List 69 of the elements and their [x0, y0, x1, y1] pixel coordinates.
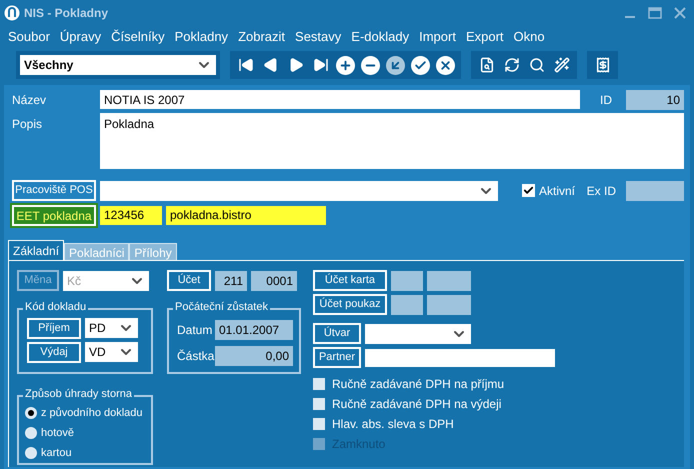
checkbox-label: Aktivní: [539, 182, 576, 200]
document-code-select[interactable]: PD: [85, 318, 138, 338]
radio-label: kartou: [41, 446, 72, 461]
document-type-button[interactable]: Příjem: [27, 318, 81, 339]
radio-button[interactable]: [25, 407, 37, 419]
menu-item[interactable]: Import: [419, 27, 456, 47]
select-value: PD: [89, 320, 106, 337]
radio-label: hotově: [41, 426, 74, 441]
account-field: [427, 270, 471, 290]
field-label: Datum: [177, 322, 211, 339]
description-field[interactable]: Pokladna: [100, 113, 684, 169]
menu-item[interactable]: Zobrazit: [238, 27, 286, 47]
field-label: Popis: [12, 116, 44, 133]
menu-item[interactable]: Číselníky: [111, 27, 165, 47]
checkbox-label: Ručně zadávané DPH na příjmu: [332, 376, 504, 393]
menu-item[interactable]: Úpravy: [60, 27, 102, 47]
partner-field[interactable]: [365, 348, 555, 366]
account-field: [391, 270, 423, 290]
active-checkbox[interactable]: [522, 184, 535, 197]
account-field: [427, 294, 471, 314]
maximize-icon[interactable]: [648, 7, 662, 19]
amount-field: 0,00: [215, 346, 293, 366]
date-field: 01.01.2007: [215, 320, 293, 340]
account-field: [391, 294, 423, 314]
tab[interactable]: Základní: [8, 240, 64, 260]
account-button[interactable]: Účet poukaz: [313, 294, 387, 315]
checkbox[interactable]: [313, 418, 325, 430]
select-value: Všechny: [24, 57, 74, 74]
account-button[interactable]: Účet karta: [313, 270, 387, 291]
radio-button[interactable]: [25, 447, 37, 459]
group-title: Způsob úhrady storna: [23, 389, 134, 400]
radio-button[interactable]: [25, 427, 37, 439]
account-field: 0001: [251, 270, 297, 290]
menu-item[interactable]: Sestavy: [295, 27, 342, 47]
name-field[interactable]: NOTIA IS 2007: [100, 90, 580, 109]
document-code-select[interactable]: VD: [85, 342, 138, 362]
workplace-select[interactable]: [100, 180, 498, 200]
eet-field[interactable]: 123456: [100, 206, 162, 224]
menu-item[interactable]: E-doklady: [351, 27, 410, 47]
document-type-button[interactable]: Výdaj: [27, 342, 81, 363]
checkbox[interactable]: [313, 398, 325, 410]
select-value: Kč: [67, 272, 82, 290]
field-label: Ex ID: [586, 182, 616, 200]
checkbox-label: Ručně zadávané DPH na výdeji: [332, 396, 502, 413]
menu-item[interactable]: Export: [466, 27, 504, 47]
select-value: VD: [89, 344, 106, 361]
radio-label: z původního dokladu: [41, 406, 143, 421]
account-button[interactable]: Účet: [167, 270, 211, 291]
field-label: Název: [12, 92, 48, 108]
window-title: NIS - Pokladny: [24, 5, 108, 22]
eet-field[interactable]: pokladna.bistro: [166, 206, 326, 224]
checkbox[interactable]: [313, 378, 325, 390]
menu-item[interactable]: Pokladny: [174, 27, 228, 47]
department-select[interactable]: [365, 324, 471, 344]
checkbox-label: Hlav. abs. sleva s DPH: [332, 416, 454, 433]
id-field: 10: [626, 90, 684, 110]
ex-id-field: [626, 180, 684, 200]
eet-button[interactable]: EET pokladna: [12, 204, 96, 226]
group-title: Počáteční zůstatek: [173, 302, 270, 313]
department-button[interactable]: Útvar: [313, 323, 361, 344]
menu-item[interactable]: Okno: [514, 27, 545, 47]
menu-item[interactable]: Soubor: [8, 27, 50, 47]
partner-button[interactable]: Partner: [313, 347, 361, 368]
workplace-button[interactable]: Pracoviště POS: [12, 180, 96, 201]
field-label: ID: [600, 92, 612, 108]
app-logo-icon: [4, 5, 20, 21]
group-title: Kód dokladu: [23, 302, 88, 313]
filter-select[interactable]: Všechny: [20, 55, 216, 75]
account-field: 211: [215, 270, 247, 290]
